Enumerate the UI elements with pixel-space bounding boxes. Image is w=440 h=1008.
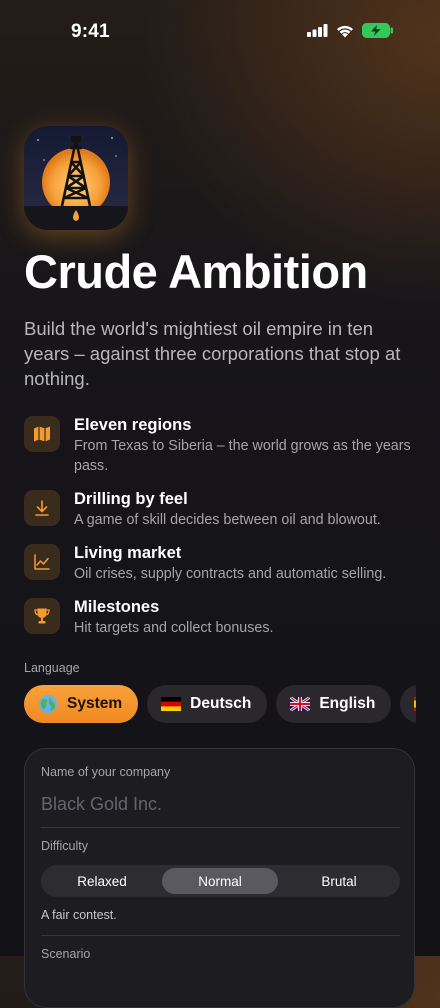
feature-item: Drilling by feel A game of skill decides…	[24, 488, 420, 542]
wifi-icon	[337, 25, 353, 37]
feature-title: Eleven regions	[74, 416, 192, 434]
divider	[41, 827, 400, 828]
app-title: Crude Ambition	[24, 245, 368, 298]
german-flag-icon	[161, 697, 182, 711]
feature-description: Hit targets and collect bonuses.	[74, 620, 274, 636]
feature-list: Eleven regions From Texas to Siberia – t…	[24, 414, 420, 650]
company-name-input[interactable]: Black Gold Inc.	[41, 794, 162, 815]
status-icons	[307, 23, 394, 38]
scenario-label: Scenario	[41, 947, 91, 961]
trophy-icon	[24, 598, 60, 634]
language-option-label: System	[67, 695, 123, 712]
download-arrow-icon	[24, 490, 60, 526]
feature-item: Living market Oil crises, supply contrac…	[24, 542, 420, 596]
language-option-english[interactable]: English	[276, 685, 392, 723]
language-option-deutsch[interactable]: Deutsch	[147, 685, 268, 723]
language-option-label: Deutsch	[190, 695, 252, 712]
app-icon	[24, 126, 128, 230]
uk-flag-icon	[290, 697, 311, 711]
feature-title: Living market	[74, 544, 182, 562]
language-option-system[interactable]: System	[24, 685, 139, 723]
globe-icon	[39, 695, 57, 713]
feature-title: Drilling by feel	[74, 490, 188, 508]
map-icon	[24, 416, 60, 452]
status-time: 9:41	[71, 21, 110, 42]
difficulty-option-relaxed[interactable]: Relaxed	[44, 868, 160, 894]
language-label: Language	[24, 661, 80, 675]
status-bar: 9:41	[0, 0, 440, 64]
feature-item: Eleven regions From Texas to Siberia – t…	[24, 414, 420, 478]
cellular-signal-icon	[307, 24, 328, 37]
difficulty-segmented-control: Relaxed Normal Brutal	[41, 865, 400, 897]
language-option-spanish[interactable]	[400, 685, 416, 723]
oil-derrick-icon	[24, 126, 128, 230]
difficulty-option-brutal[interactable]: Brutal	[281, 868, 397, 894]
spanish-flag-icon	[414, 697, 416, 711]
language-selector: System Deutsch English	[24, 685, 416, 723]
feature-title: Milestones	[74, 598, 160, 616]
divider	[41, 935, 400, 936]
language-option-label: English	[319, 695, 376, 712]
company-setup-card: Name of your company Black Gold Inc. Dif…	[24, 748, 415, 1008]
feature-description: From Texas to Siberia – the world grows …	[74, 438, 411, 474]
feature-item: Milestones Hit targets and collect bonus…	[24, 596, 420, 650]
company-name-label: Name of your company	[41, 765, 171, 779]
difficulty-hint: A fair contest.	[41, 908, 117, 922]
feature-description: Oil crises, supply contracts and automat…	[74, 566, 387, 582]
battery-charging-icon	[362, 23, 393, 38]
feature-description: A game of skill decides between oil and …	[74, 512, 381, 528]
difficulty-label: Difficulty	[41, 839, 89, 853]
app-subtitle: Build the world's mightiest oil empire i…	[24, 318, 401, 389]
line-chart-icon	[24, 544, 60, 580]
difficulty-option-normal[interactable]: Normal	[162, 868, 278, 894]
